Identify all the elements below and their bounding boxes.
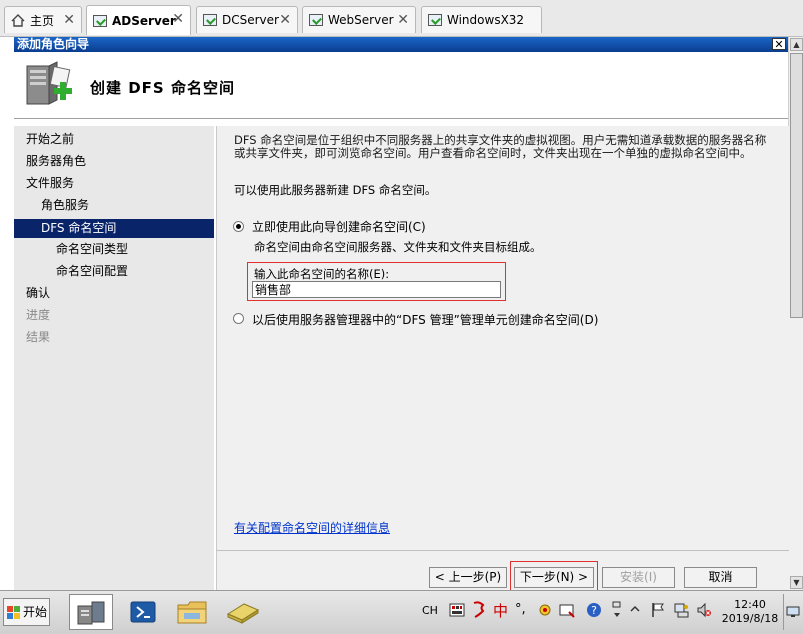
wizard-content: DFS 命名空间是位于组织中不同服务器上的共享文件夹的虚拟视图。用户无需知道承载… — [216, 126, 789, 550]
namespace-components-text: 命名空间由命名空间服务器、文件夹和文件夹目标组成。 — [254, 240, 542, 254]
taskbar: 开始 CH 中 °, ? 12:40 2019/8/18 — [0, 590, 803, 634]
desktop-icon — [786, 606, 800, 617]
scroll-down-icon[interactable]: ▼ — [790, 576, 803, 589]
namespace-name-input[interactable] — [252, 281, 501, 298]
ime-mode-indicator[interactable]: 中 — [493, 600, 508, 621]
dialog-title: 添加角色向导 — [17, 37, 90, 51]
namespace-config-help-link[interactable]: 有关配置命名空间的详细信息 — [234, 519, 390, 536]
close-icon[interactable]: ✕ — [172, 11, 184, 27]
nav-item-dfs-namespace[interactable]: DFS 命名空间 — [14, 219, 214, 238]
system-clock[interactable]: 12:40 2019/8/18 — [720, 598, 780, 626]
package-icon — [226, 603, 260, 624]
taskbar-app[interactable] — [220, 594, 264, 630]
page-title: 创建 DFS 命名空间 — [90, 79, 235, 97]
radio-create-now[interactable] — [233, 221, 244, 232]
cancel-button[interactable]: 取消 — [684, 567, 757, 588]
tab-label: 主页 — [30, 13, 55, 28]
vm-tab-bar: 主页 ✕ ADServer ✕ DCServer ✕ WebServer ✕ W… — [0, 0, 803, 37]
close-icon[interactable]: ✕ — [279, 12, 291, 28]
wizard-footer: < 上一步(P) 下一步(N) > 安装(I) 取消 — [216, 550, 789, 592]
radio-create-later[interactable] — [233, 313, 244, 324]
tab-label: WebServer — [328, 13, 394, 27]
start-label: 开始 — [23, 605, 48, 619]
action-center-flag-icon[interactable] — [650, 602, 666, 618]
volume-muted-icon[interactable] — [696, 602, 712, 618]
nav-item-role-services[interactable]: 角色服务 — [41, 196, 89, 215]
ime-settings-icon[interactable] — [537, 602, 553, 618]
radio-create-now-label[interactable]: 立即使用此向导创建命名空间(C) — [252, 218, 426, 235]
nav-item-progress: 进度 — [26, 308, 51, 322]
ime-punctuation-indicator[interactable]: °, — [515, 602, 526, 617]
nav-item-namespace-config[interactable]: 命名空间配置 — [56, 262, 128, 281]
clock-date: 2019/8/18 — [721, 612, 779, 625]
tab-label: ADServer — [112, 13, 176, 28]
namespace-name-label: 输入此命名空间的名称(E): — [254, 267, 390, 281]
help-icon[interactable]: ? — [586, 602, 602, 618]
clock-time: 12:40 — [734, 598, 766, 611]
tab-label: WindowsX32 — [447, 13, 525, 27]
tab-home[interactable]: 主页 ✕ — [4, 6, 82, 33]
dialog-header: 创建 DFS 命名空间 — [14, 52, 788, 119]
dialog-title-bar: 添加角色向导 ✕ — [14, 37, 788, 52]
nav-item-server-roles[interactable]: 服务器角色 — [26, 152, 86, 171]
vm-icon — [203, 14, 217, 27]
tab-webserver[interactable]: WebServer ✕ — [302, 6, 416, 33]
tab-windowsx32[interactable]: WindowsX32 — [421, 6, 542, 33]
language-indicator[interactable]: CH — [422, 604, 438, 617]
soft-keyboard-icon[interactable] — [559, 602, 575, 618]
ime-menu-icon[interactable] — [611, 600, 623, 620]
home-icon — [11, 13, 25, 27]
close-icon[interactable]: ✕ — [397, 12, 409, 28]
folder-icon — [177, 601, 207, 624]
namespace-name-group: 输入此命名空间的名称(E): — [247, 262, 506, 301]
description-text: DFS 命名空间是位于组织中不同服务器上的共享文件夹的虚拟视图。用户无需知道承载… — [234, 133, 767, 160]
nav-item-namespace-type[interactable]: 命名空间类型 — [56, 240, 128, 259]
start-button[interactable]: 开始 — [3, 598, 50, 626]
show-hidden-icons-icon[interactable] — [630, 604, 640, 614]
taskbar-explorer[interactable] — [170, 594, 214, 630]
show-desktop-button[interactable] — [783, 594, 802, 630]
previous-button[interactable]: < 上一步(P) — [429, 567, 507, 588]
server-manager-icon — [77, 601, 105, 625]
tab-adserver[interactable]: ADServer ✕ — [86, 5, 191, 35]
taskbar-powershell[interactable] — [121, 594, 165, 630]
dialog-close-button[interactable]: ✕ — [772, 38, 786, 50]
next-button-highlight — [510, 561, 598, 592]
vertical-scrollbar[interactable]: ▲ ▼ — [788, 37, 803, 590]
vm-icon — [309, 14, 323, 27]
scroll-up-icon[interactable]: ▲ — [790, 38, 803, 51]
keyboard-icon[interactable] — [449, 602, 465, 618]
vm-icon — [428, 14, 442, 27]
ime-logo-icon[interactable] — [471, 601, 488, 619]
taskbar-server-manager[interactable] — [69, 594, 113, 630]
can-create-text: 可以使用此服务器新建 DFS 命名空间。 — [234, 183, 437, 197]
wizard-step-list: 开始之前 服务器角色 文件服务 角色服务 DFS 命名空间 命名空间类型 命名空… — [14, 126, 214, 590]
nav-item-file-services[interactable]: 文件服务 — [26, 174, 74, 193]
scrollbar-thumb[interactable] — [790, 53, 803, 318]
powershell-icon — [130, 601, 156, 623]
radio-create-later-label[interactable]: 以后使用服务器管理器中的“DFS 管理”管理单元创建命名空间(D) — [252, 311, 598, 328]
server-add-icon — [26, 61, 72, 105]
close-icon[interactable]: ✕ — [63, 12, 75, 28]
windows-logo-icon — [7, 606, 20, 619]
nav-item-before-you-begin[interactable]: 开始之前 — [26, 130, 74, 149]
nav-item-results: 结果 — [26, 330, 51, 344]
vm-icon — [93, 14, 107, 27]
tab-label: DCServer — [222, 13, 279, 27]
nav-item-confirmation[interactable]: 确认 — [26, 284, 50, 303]
tab-dcserver[interactable]: DCServer ✕ — [196, 6, 298, 33]
svg-text:?: ? — [591, 604, 597, 617]
install-button: 安装(I) — [602, 567, 675, 588]
network-icon[interactable] — [673, 602, 689, 618]
